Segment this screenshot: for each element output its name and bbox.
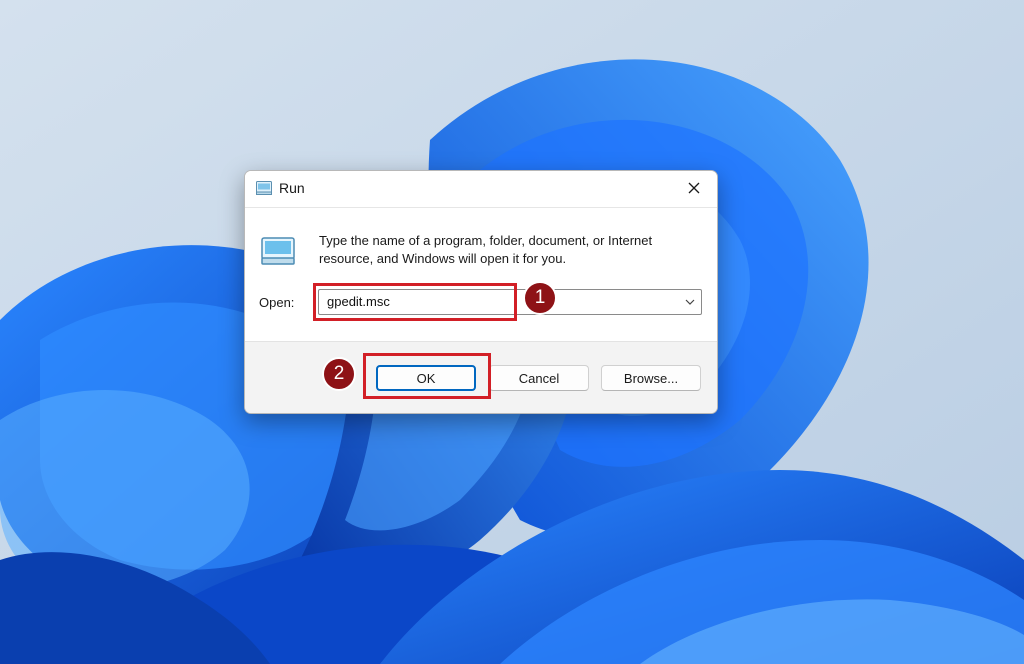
cancel-button[interactable]: Cancel <box>489 365 589 391</box>
highlight-open-input <box>313 283 517 321</box>
step-marker-2: 2 <box>322 357 356 391</box>
run-icon <box>261 237 295 265</box>
highlight-ok-button <box>363 353 491 399</box>
dropdown-button[interactable] <box>683 295 697 309</box>
title-separator <box>245 207 717 208</box>
dialog-description: Type the name of a program, folder, docu… <box>319 233 653 266</box>
open-label: Open: <box>259 295 295 310</box>
close-icon <box>688 182 700 194</box>
step-marker-1: 1 <box>523 281 557 315</box>
desktop: Run Type the name of a program, folder, … <box>0 0 1024 664</box>
title-bar[interactable]: Run <box>245 171 717 207</box>
run-icon <box>256 181 272 195</box>
browse-button[interactable]: Browse... <box>601 365 701 391</box>
dialog-title: Run <box>279 180 305 196</box>
chevron-down-icon <box>685 299 695 305</box>
close-button[interactable] <box>671 171 717 205</box>
